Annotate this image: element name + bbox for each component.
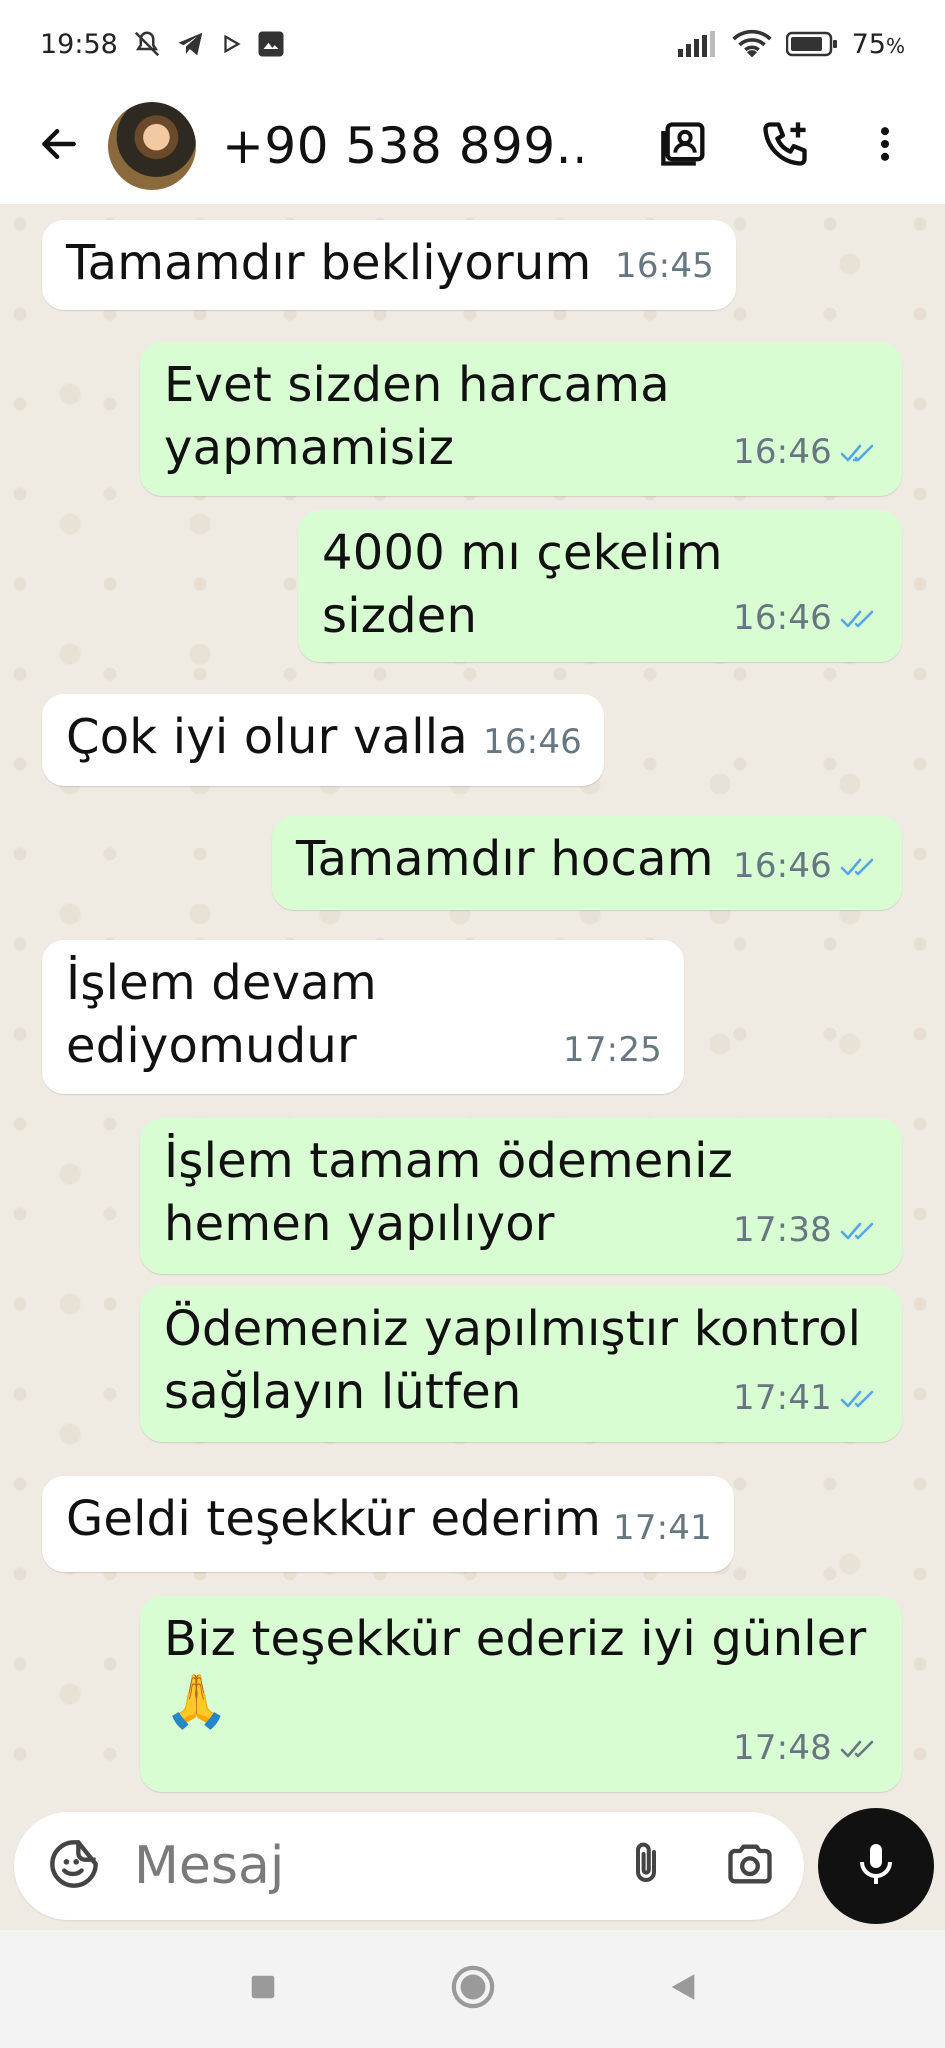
call-add-icon — [759, 118, 811, 174]
message-text: Biz teşekkür ederiz iyi günler — [164, 1611, 867, 1667]
battery-percent: 75% — [851, 28, 905, 60]
delivered-receipt-icon — [840, 1737, 880, 1761]
signal-icon — [676, 31, 718, 57]
sticker-emoji-icon — [48, 1838, 100, 1894]
bell-off-icon — [132, 29, 162, 59]
message-incoming[interactable]: Çok iyi olur valla 16:46 — [42, 694, 604, 786]
emoji-button[interactable] — [44, 1836, 104, 1896]
message-outgoing[interactable]: 4000 mı çekelim sizden 16:46 — [298, 510, 902, 662]
back-button[interactable] — [24, 111, 94, 181]
read-receipt-icon — [840, 441, 880, 465]
read-receipt-icon — [840, 1219, 880, 1243]
square-icon — [248, 1972, 278, 2006]
more-vert-icon — [863, 118, 907, 174]
message-outgoing[interactable]: Ödemeniz yapılmıştır kontrol sağlayın lü… — [140, 1286, 902, 1442]
camera-icon — [724, 1838, 776, 1894]
message-list[interactable]: Tamamdır bekliyorum 16:45 Evet sizden ha… — [0, 204, 945, 1810]
read-receipt-icon — [840, 855, 880, 879]
home-button[interactable] — [443, 1959, 503, 2019]
message-composer — [14, 1812, 804, 1920]
system-navigation-bar — [0, 1930, 945, 2048]
read-receipt-icon — [840, 607, 880, 631]
paperclip-icon — [622, 1838, 670, 1894]
attach-button[interactable] — [614, 1834, 678, 1898]
contact-name[interactable]: +90 538 899... — [222, 117, 582, 175]
message-time: 17:48 — [733, 1728, 832, 1768]
photo-icon — [256, 29, 286, 59]
message-time: 17:41 — [733, 1378, 832, 1418]
message-incoming[interactable]: Tamamdır bekliyorum 16:45 — [42, 220, 736, 310]
voice-message-button[interactable] — [818, 1808, 934, 1924]
avatar[interactable] — [108, 102, 196, 190]
recents-button[interactable] — [233, 1959, 293, 2019]
message-time: 16:46 — [733, 846, 832, 886]
message-outgoing[interactable]: Biz teşekkür ederiz iyi günler 🙏 17:48 — [140, 1596, 902, 1792]
call-button[interactable] — [753, 114, 817, 178]
status-bar: 19:58 75% — [0, 0, 945, 88]
play-icon — [220, 33, 242, 55]
message-incoming[interactable]: İşlem devam ediyomudur 17:25 — [42, 940, 684, 1094]
message-time: 16:46 — [483, 722, 582, 762]
battery-icon — [785, 31, 838, 57]
message-input[interactable] — [134, 1836, 574, 1896]
triangle-back-icon — [666, 1970, 700, 2008]
read-receipt-icon — [840, 1387, 880, 1411]
message-outgoing[interactable]: Evet sizden harcama yapmamisiz 16:46 — [140, 342, 902, 496]
message-time: 16:46 — [733, 598, 832, 638]
message-outgoing[interactable]: İşlem tamam ödemeniz hemen yapılıyor 17:… — [140, 1118, 902, 1274]
telegram-icon — [176, 29, 206, 59]
contact-card-icon — [659, 118, 711, 174]
contact-card-button[interactable] — [653, 114, 717, 178]
message-time: 17:41 — [613, 1508, 712, 1548]
circle-icon — [450, 1964, 496, 2014]
message-time: 17:38 — [733, 1210, 832, 1250]
message-time: 16:46 — [733, 432, 832, 472]
message-incoming[interactable]: Geldi teşekkür ederim 17:41 — [42, 1476, 734, 1572]
message-time: 16:45 — [615, 246, 714, 286]
message-outgoing[interactable]: Tamamdır hocam 16:46 — [272, 816, 902, 910]
chat-header: +90 538 899... — [0, 88, 945, 204]
status-time: 19:58 — [40, 28, 118, 60]
microphone-icon — [852, 1838, 900, 1894]
camera-button[interactable] — [718, 1834, 782, 1898]
more-options-button[interactable] — [853, 114, 917, 178]
back-nav-button[interactable] — [653, 1959, 713, 2019]
message-time: 17:25 — [563, 1030, 662, 1070]
back-arrow-icon — [37, 122, 81, 170]
wifi-icon — [732, 29, 772, 59]
